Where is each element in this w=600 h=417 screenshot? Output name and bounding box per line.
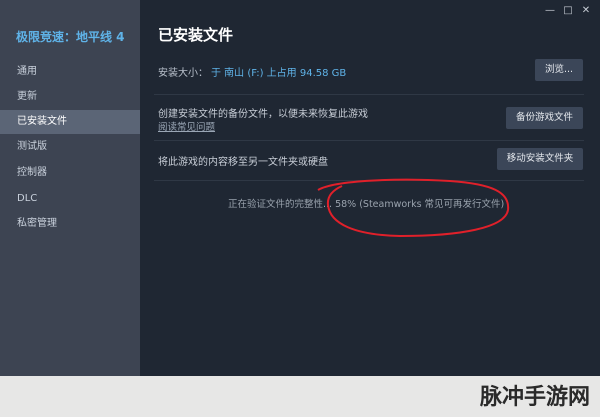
sidebar: 极限竞速：地平线 4 通用 更新 已安装文件 测试版 控制器 DLC 私密管理 bbox=[0, 0, 140, 417]
sidebar-item-privacy[interactable]: 私密管理 bbox=[0, 212, 140, 236]
divider bbox=[154, 94, 584, 95]
divider bbox=[154, 140, 584, 141]
backup-game-files-button[interactable]: 备份游戏文件 bbox=[506, 107, 583, 129]
sidebar-item-controller[interactable]: 控制器 bbox=[0, 161, 140, 185]
page-title: 已安装文件 bbox=[158, 26, 234, 44]
steam-properties-window: 极限竞速：地平线 4 通用 更新 已安装文件 测试版 控制器 DLC 私密管理 … bbox=[0, 0, 600, 417]
minimize-icon[interactable]: — bbox=[542, 4, 558, 18]
move-install-folder-button[interactable]: 移动安装文件夹 bbox=[497, 148, 583, 170]
site-watermark: 脉冲手游网 bbox=[479, 385, 590, 410]
verify-status-text: 正在验证文件的完整性... 58% (Steamworks 常见可再发行文件) bbox=[228, 199, 505, 210]
sidebar-item-betas[interactable]: 测试版 bbox=[0, 135, 140, 159]
divider bbox=[154, 180, 584, 181]
backup-faq-link[interactable]: 阅读常见问题 bbox=[158, 119, 215, 133]
sidebar-item-installed-files[interactable]: 已安装文件 bbox=[0, 110, 140, 134]
main-panel: — □ ✕ 已安装文件 安装大小： 于 南山 (F:) 上占用 94.58 GB… bbox=[140, 0, 600, 417]
move-description: 将此游戏的内容移至另一文件夹或硬盘 bbox=[158, 157, 328, 168]
sidebar-item-general[interactable]: 通用 bbox=[0, 60, 140, 84]
browse-button[interactable]: 浏览... bbox=[535, 59, 583, 81]
backup-description: 创建安装文件的备份文件，以便未来恢复此游戏 bbox=[158, 109, 368, 120]
install-size-value: 于 南山 (F:) 上占用 94.58 GB bbox=[211, 68, 347, 79]
sidebar-item-dlc[interactable]: DLC bbox=[0, 187, 140, 211]
close-icon[interactable]: ✕ bbox=[578, 4, 594, 18]
install-size-label: 安装大小： bbox=[158, 68, 208, 79]
game-title: 极限竞速：地平线 4 bbox=[16, 30, 125, 44]
sidebar-item-updates[interactable]: 更新 bbox=[0, 85, 140, 109]
maximize-icon[interactable]: □ bbox=[560, 4, 576, 18]
